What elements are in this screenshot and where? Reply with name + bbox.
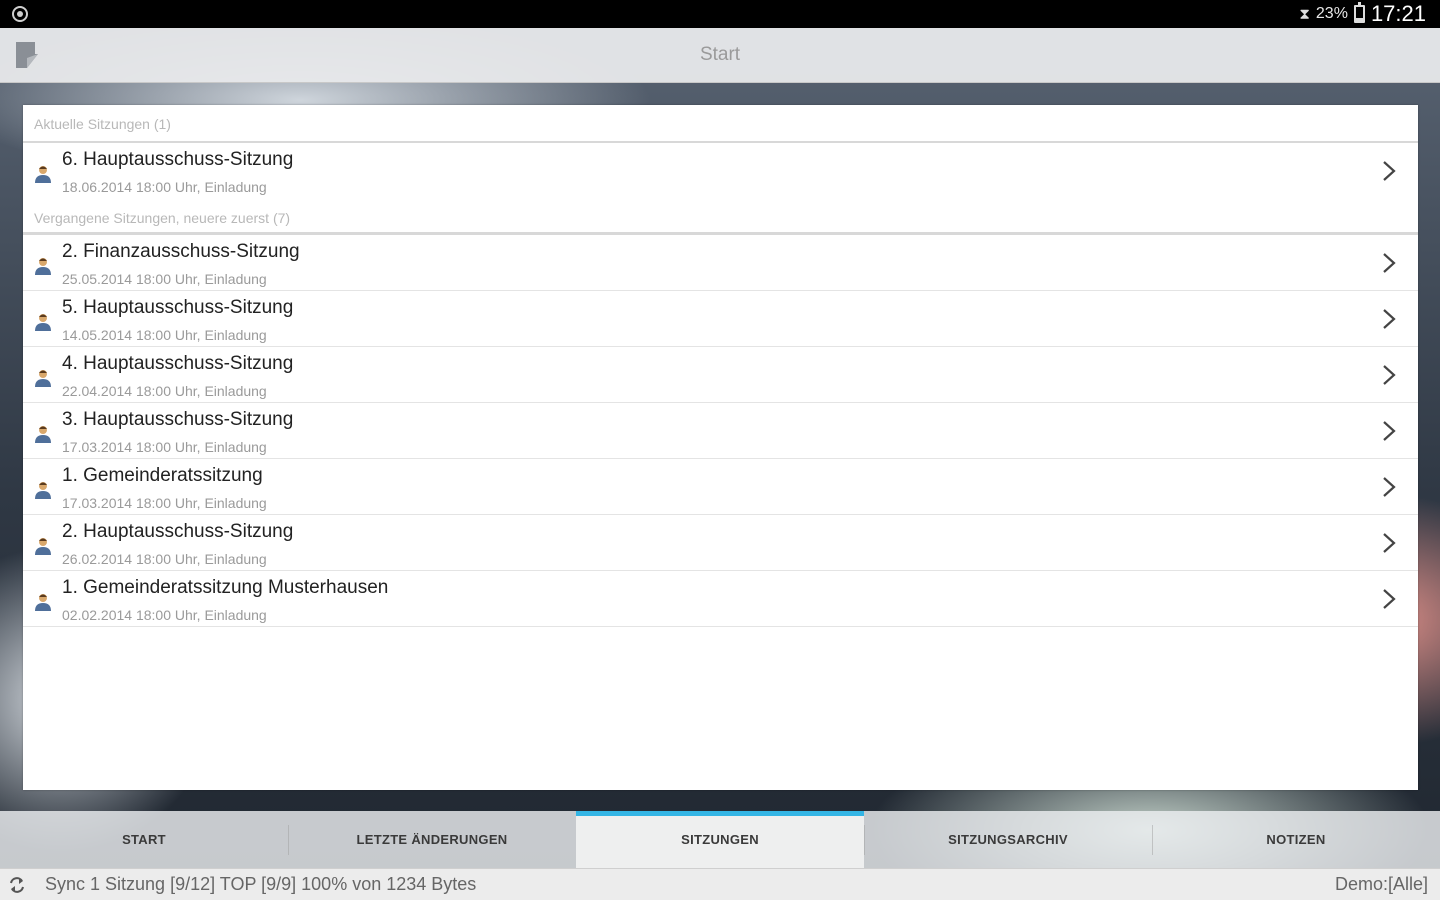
system-status-bar: ⧗ 23% 17:21 [0,0,1440,28]
tab-notizen[interactable]: NOTIZEN [1152,811,1440,868]
tab-sitzungsarchiv[interactable]: SITZUNGSARCHIV [864,811,1152,868]
list-item-subtitle: 17.03.2014 18:00 Uhr, Einladung [62,495,267,511]
person-icon [35,166,51,183]
status-right: ⧗ 23% 17:21 [1299,0,1426,28]
list-item-subtitle: 25.05.2014 18:00 Uhr, Einladung [62,271,267,287]
list-item-title: 2. Hauptausschuss-Sitzung [62,521,294,542]
list-item-title: 1. Gemeinderatssitzung Musterhausen [62,577,389,598]
list-item[interactable]: 1. Gemeinderatssitzung 17.03.2014 18:00 … [23,459,1418,515]
battery-icon [1353,2,1365,23]
sync-icon[interactable] [8,876,26,894]
person-icon [35,594,51,611]
section-header-past: Vergangene Sitzungen, neuere zuerst (7) [23,203,1418,235]
sessions-list-card: Aktuelle Sitzungen (1) 6. Hauptausschuss… [23,105,1418,790]
list-item[interactable]: 1. Gemeinderatssitzung Musterhausen 02.0… [23,571,1418,627]
person-icon [35,538,51,555]
page-title: Start [699,44,741,65]
person-icon [35,370,51,387]
sync-status-text: Sync 1 Sitzung [9/12] TOP [9/9] 100% von… [45,874,477,894]
list-item-title: 2. Finanzausschuss-Sitzung [62,241,300,262]
list-item-title: 6. Hauptausschuss-Sitzung [62,149,294,170]
person-icon [35,482,51,499]
action-bar: Start [0,28,1440,83]
list-item-subtitle: 18.06.2014 18:00 Uhr, Einladung [62,179,267,195]
person-icon [35,314,51,331]
battery-percent: 23% [1315,5,1348,22]
clock: 17:21 [1370,1,1426,26]
list-item-subtitle: 22.04.2014 18:00 Uhr, Einladung [62,383,267,399]
chevron-right-icon [1383,589,1396,609]
user-filter[interactable]: Demo:[Alle] [1335,869,1428,900]
list-item[interactable]: 2. Finanzausschuss-Sitzung 25.05.2014 18… [23,235,1418,291]
chevron-right-icon [1383,309,1396,329]
list-item-subtitle: 26.02.2014 18:00 Uhr, Einladung [62,551,267,567]
sync-status-bar: Sync 1 Sitzung [9/12] TOP [9/9] 100% von… [0,868,1440,900]
list-item[interactable]: 5. Hauptausschuss-Sitzung 14.05.2014 18:… [23,291,1418,347]
list-item-subtitle: 17.03.2014 18:00 Uhr, Einladung [62,439,267,455]
list-item-title: 5. Hauptausschuss-Sitzung [62,297,294,318]
person-icon [35,426,51,443]
list-item-subtitle: 02.02.2014 18:00 Uhr, Einladung [62,607,267,623]
list-item[interactable]: 3. Hauptausschuss-Sitzung 17.03.2014 18:… [23,403,1418,459]
list-item[interactable]: 4. Hauptausschuss-Sitzung 22.04.2014 18:… [23,347,1418,403]
list-item-title: 1. Gemeinderatssitzung [62,465,263,486]
tab-sitzungen[interactable]: SITZUNGEN [576,811,864,868]
bottom-tab-bar: START LETZTE ÄNDERUNGEN SITZUNGEN SITZUN… [0,811,1440,868]
list-item-subtitle: 14.05.2014 18:00 Uhr, Einladung [62,327,267,343]
chevron-right-icon [1383,533,1396,553]
list-item-title: 4. Hauptausschuss-Sitzung [62,353,294,374]
tab-letzte-aenderungen[interactable]: LETZTE ÄNDERUNGEN [288,811,576,868]
notification-icon [12,6,28,22]
person-icon [35,258,51,275]
chevron-right-icon [1383,253,1396,273]
list-item[interactable]: 2. Hauptausschuss-Sitzung 26.02.2014 18:… [23,515,1418,571]
chevron-right-icon [1383,161,1396,181]
list-item-title: 3. Hauptausschuss-Sitzung [62,409,294,430]
alarm-icon: ⧗ [1299,5,1310,23]
list-item[interactable]: 6. Hauptausschuss-Sitzung 18.06.2014 18:… [23,143,1418,203]
section-header-current: Aktuelle Sitzungen (1) [23,105,1418,143]
chevron-right-icon [1383,477,1396,497]
tab-start[interactable]: START [0,811,288,868]
chevron-right-icon [1383,365,1396,385]
chevron-right-icon [1383,421,1396,441]
